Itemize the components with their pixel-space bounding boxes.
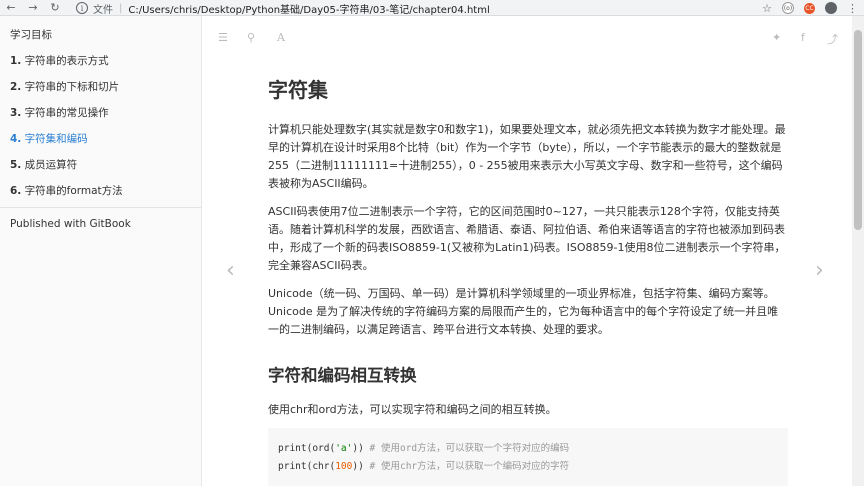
profile-avatar-icon[interactable] xyxy=(825,2,837,14)
published-with-gitbook-link[interactable]: Published with GitBook xyxy=(10,218,131,230)
code-comment: # 使用ord方法，可以获取一个字符对应的编码 xyxy=(369,443,570,454)
bookmark-star-icon[interactable]: ☆ xyxy=(762,2,772,15)
info-icon[interactable]: i xyxy=(76,2,88,14)
code-string: 'a' xyxy=(335,443,353,454)
code-text: )) xyxy=(352,461,370,472)
sidebar-divider xyxy=(0,207,201,208)
next-page-chevron-icon[interactable]: › xyxy=(815,258,824,283)
sidebar-item-6[interactable]: 6. 字符串的format方法 xyxy=(10,183,123,198)
code-block: print(ord('a')) # 使用ord方法，可以获取一个字符对应的编码 … xyxy=(268,428,788,486)
sidebar-item-number: 3. xyxy=(10,107,22,119)
sidebar-item-number: 2. xyxy=(10,81,22,93)
code-comment: # 使用chr方法，可以获取一个编码对应的字符 xyxy=(369,461,570,472)
toggle-sidebar-icon[interactable]: ☰ xyxy=(218,31,228,44)
sidebar-item-5[interactable]: 5. 成员运算符 xyxy=(10,157,77,172)
prev-page-chevron-icon[interactable]: ‹ xyxy=(226,258,235,283)
extension-cc-icon[interactable]: CC xyxy=(804,2,815,14)
sidebar-item-label: 字符串的format方法 xyxy=(24,185,123,197)
sidebar-item-2[interactable]: 2. 字符串的下标和切片 xyxy=(10,79,119,94)
sidebar-item-4-active[interactable]: 4. 字符集和编码 xyxy=(10,131,88,146)
extension-icon[interactable]: (o) xyxy=(782,2,794,14)
address-bar[interactable]: i 文件 | C:/Users/chris/Desktop/Python基础/D… xyxy=(76,1,756,16)
code-number: 100 xyxy=(335,461,353,472)
code-text: print(ord( xyxy=(278,443,336,454)
sidebar-item-label: 字符串的表示方式 xyxy=(24,55,109,67)
scrollbar-thumb[interactable] xyxy=(854,30,862,230)
page-title: 字符集 xyxy=(268,78,328,102)
browser-actions: ☆ (o) CC ⋮ xyxy=(762,0,858,16)
sidebar-item-label: 字符串的下标和切片 xyxy=(24,81,120,93)
forward-icon[interactable]: → xyxy=(22,0,44,16)
address-separator: | xyxy=(119,2,123,14)
back-icon[interactable]: ← xyxy=(0,0,22,16)
twitter-icon[interactable]: ✦ xyxy=(772,31,781,44)
paragraph-chr-ord: 使用chr和ord方法，可以实现字符和编码之间的相互转换。 xyxy=(268,403,557,416)
share-icon[interactable]: ⤴ xyxy=(827,31,838,47)
paragraph-iso8859: ASCII码表使用7位二进制表示一个字符，它的区间范围时0~127，一共只能表示… xyxy=(268,205,786,272)
book-sidebar: 学习目标 1. 字符串的表示方式 2. 字符串的下标和切片 3. 字符串的常见操… xyxy=(0,16,202,486)
menu-kebab-icon[interactable]: ⋮ xyxy=(847,2,858,15)
section-heading: 字符和编码相互转换 xyxy=(268,366,417,385)
url-text[interactable]: C:/Users/chris/Desktop/Python基础/Day05-字符… xyxy=(128,1,489,16)
sidebar-item-number: 4. xyxy=(10,133,22,145)
reload-icon[interactable]: ↻ xyxy=(44,0,66,16)
sidebar-item-1[interactable]: 1. 字符串的表示方式 xyxy=(10,53,109,68)
sidebar-item-number: 5. xyxy=(10,159,22,171)
font-settings-icon[interactable]: A xyxy=(277,31,285,44)
code-text: )) xyxy=(352,443,370,454)
code-text: print(chr( xyxy=(278,461,336,472)
sidebar-item-label: 字符集和编码 xyxy=(24,133,88,145)
search-icon[interactable]: ⚲ xyxy=(247,31,255,44)
page-label: 文件 xyxy=(93,4,113,16)
paragraph-ascii: 计算机只能处理数字(其实就是数字0和数字1)，如果要处理文本，就必须先把文本转换… xyxy=(268,123,786,190)
paragraph-unicode: Unicode（统一码、万国码、单一码）是计算机科学领域里的一项业界标准，包括字… xyxy=(268,287,779,336)
sidebar-item-3[interactable]: 3. 字符串的常见操作 xyxy=(10,105,109,120)
code-line-ord: print(ord('a')) # 使用ord方法，可以获取一个字符对应的编码 xyxy=(278,440,569,454)
facebook-icon[interactable]: f xyxy=(801,31,805,44)
sidebar-title[interactable]: 学习目标 xyxy=(10,27,52,42)
sidebar-item-label: 字符串的常见操作 xyxy=(24,107,109,119)
sidebar-item-label: 成员运算符 xyxy=(24,159,78,171)
sidebar-item-number: 1. xyxy=(10,55,22,67)
code-line-chr: print(chr(100)) # 使用chr方法，可以获取一个编码对应的字符 xyxy=(278,458,569,472)
sidebar-item-number: 6. xyxy=(10,185,22,197)
